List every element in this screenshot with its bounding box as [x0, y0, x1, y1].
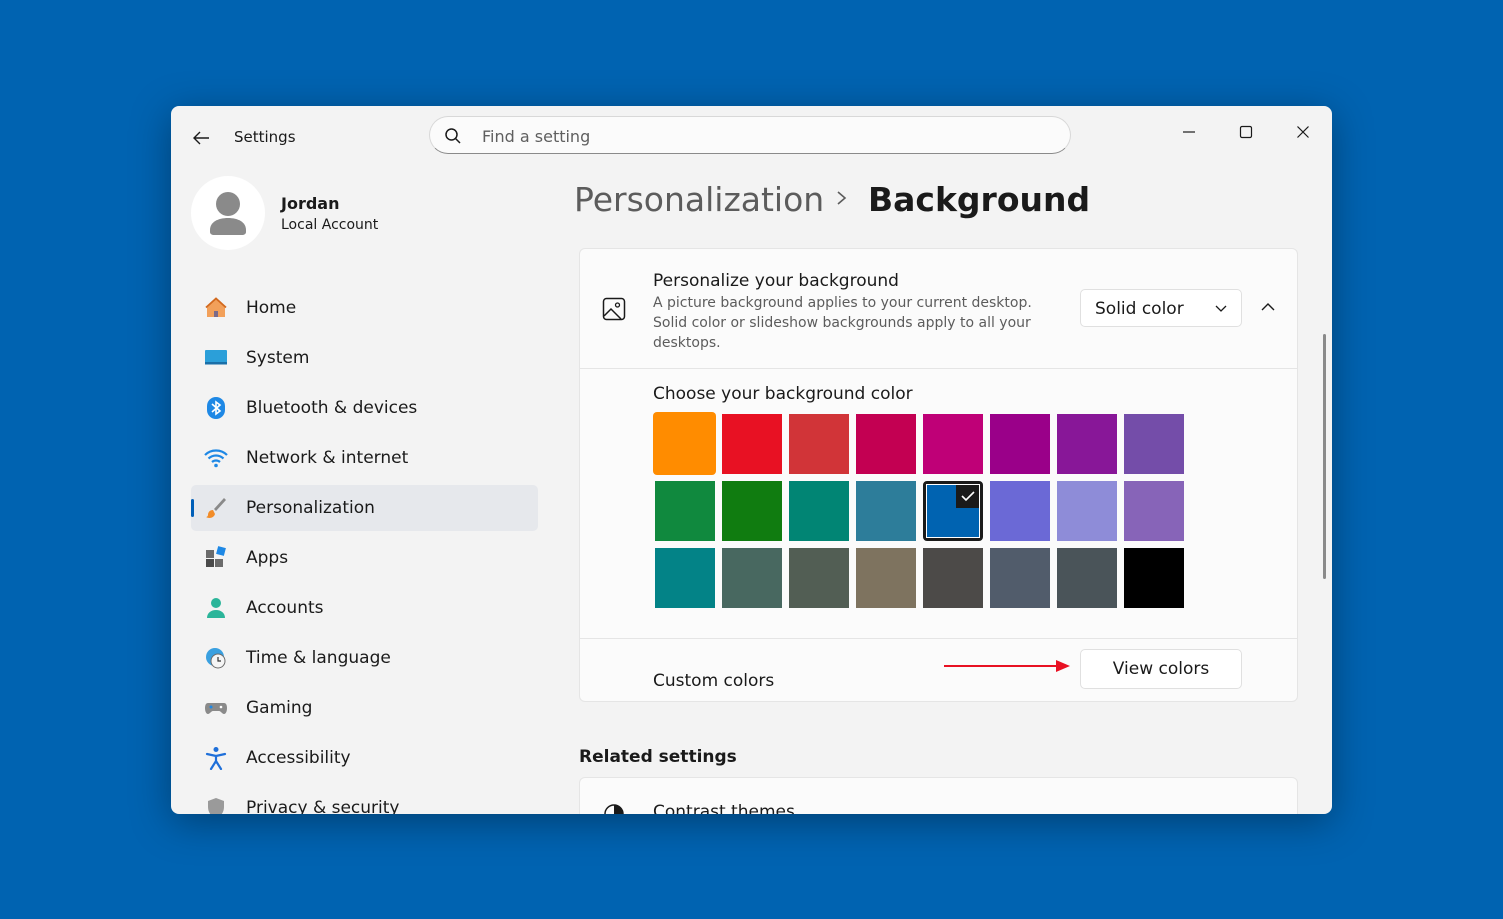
gamepad-icon: [204, 696, 228, 720]
color-swatch[interactable]: [655, 548, 715, 608]
sidebar-item-bluetooth[interactable]: Bluetooth & devices: [191, 385, 538, 431]
minimize-icon: [1183, 131, 1195, 133]
wifi-icon: [204, 446, 228, 470]
checkmark-icon: [956, 484, 980, 508]
related-settings-title: Related settings: [579, 747, 737, 767]
divider: [580, 368, 1297, 369]
color-swatch[interactable]: [923, 548, 983, 608]
background-type-dropdown[interactable]: Solid color: [1080, 289, 1242, 327]
collapse-button[interactable]: [1254, 293, 1282, 321]
back-arrow-icon: [193, 131, 209, 145]
sidebar-item-network[interactable]: Network & internet: [191, 435, 538, 481]
sidebar-nav: Home System Bluetooth & devices Network …: [191, 285, 538, 814]
maximize-button[interactable]: [1226, 114, 1266, 150]
maximize-icon: [1239, 125, 1253, 139]
sidebar-item-label: Gaming: [246, 698, 313, 718]
home-icon: [204, 296, 228, 320]
color-swatch[interactable]: [1057, 414, 1117, 474]
search-input[interactable]: [480, 124, 1044, 148]
color-swatch[interactable]: [653, 412, 716, 475]
color-swatch[interactable]: [789, 481, 849, 541]
search-box[interactable]: [429, 116, 1071, 154]
scrollbar[interactable]: [1323, 334, 1326, 579]
sidebar-item-system[interactable]: System: [191, 335, 538, 381]
sidebar-item-label: Privacy & security: [246, 798, 400, 814]
background-description: A picture background applies to your cur…: [653, 295, 1032, 351]
search-icon: [445, 128, 461, 144]
sidebar-item-accessibility[interactable]: Accessibility: [191, 735, 538, 781]
user-account-type: Local Account: [281, 217, 379, 233]
system-icon: [204, 346, 228, 370]
close-button[interactable]: [1283, 114, 1323, 150]
divider: [580, 638, 1297, 639]
page-title: Background: [868, 180, 1091, 219]
dropdown-selected-value: Solid color: [1095, 299, 1184, 319]
color-swatch[interactable]: [1124, 481, 1184, 541]
breadcrumb-parent[interactable]: Personalization: [574, 180, 824, 219]
color-swatch[interactable]: [722, 414, 782, 474]
contrast-themes-item[interactable]: Contrast themes: [579, 777, 1298, 814]
sidebar-item-label: Time & language: [246, 648, 391, 668]
color-swatch[interactable]: [789, 548, 849, 608]
background-settings-card: Personalize your background A picture ba…: [579, 248, 1298, 702]
avatar[interactable]: [191, 176, 265, 250]
sidebar-item-label: Accounts: [246, 598, 324, 618]
sidebar-item-privacy[interactable]: Privacy & security: [191, 785, 538, 814]
color-swatch[interactable]: [789, 414, 849, 474]
view-colors-button[interactable]: View colors: [1080, 649, 1242, 689]
sidebar-item-accounts[interactable]: Accounts: [191, 585, 538, 631]
color-swatch[interactable]: [856, 548, 916, 608]
sidebar-item-label: Personalization: [246, 498, 375, 518]
color-swatch[interactable]: [1124, 414, 1184, 474]
picture-icon: [602, 297, 626, 321]
color-swatch[interactable]: [923, 481, 983, 541]
accounts-icon: [204, 596, 228, 620]
color-swatch[interactable]: [722, 548, 782, 608]
contrast-icon: [604, 804, 624, 814]
clock-globe-icon: [204, 646, 228, 670]
sidebar-item-personalization[interactable]: Personalization: [191, 485, 538, 531]
annotation-arrow: [944, 660, 1070, 672]
sidebar-item-gaming[interactable]: Gaming: [191, 685, 538, 731]
close-icon: [1297, 126, 1309, 138]
user-name: Jordan: [281, 194, 340, 213]
sidebar-item-label: Network & internet: [246, 448, 409, 468]
colors-section-title: Choose your background color: [653, 384, 913, 404]
user-avatar-icon: [210, 192, 246, 235]
color-swatch[interactable]: [990, 548, 1050, 608]
sidebar-item-label: System: [246, 348, 310, 368]
color-swatch[interactable]: [990, 414, 1050, 474]
back-button[interactable]: [189, 126, 213, 150]
apps-icon: [204, 546, 228, 570]
sidebar-item-label: Apps: [246, 548, 289, 568]
shield-icon: [204, 796, 228, 814]
minimize-button[interactable]: [1169, 114, 1209, 150]
sidebar-item-label: Bluetooth & devices: [246, 398, 418, 418]
bluetooth-icon: [204, 396, 228, 420]
background-title: Personalize your background: [653, 271, 899, 291]
window-title: Settings: [234, 128, 296, 146]
accessibility-icon: [204, 746, 228, 770]
color-swatch[interactable]: [856, 414, 916, 474]
contrast-themes-label: Contrast themes: [653, 802, 795, 814]
color-swatch[interactable]: [1057, 548, 1117, 608]
settings-window: Settings Jordan Local Account Home Sy: [171, 106, 1332, 814]
sidebar-item-home[interactable]: Home: [191, 285, 538, 331]
color-swatch[interactable]: [655, 481, 715, 541]
color-swatch[interactable]: [722, 481, 782, 541]
sidebar-item-label: Home: [246, 298, 297, 318]
color-swatch[interactable]: [923, 414, 983, 474]
sidebar-item-time-language[interactable]: Time & language: [191, 635, 538, 681]
chevron-up-icon: [1261, 303, 1275, 311]
custom-colors-label: Custom colors: [653, 671, 775, 691]
sidebar-item-label: Accessibility: [246, 748, 351, 768]
color-swatch[interactable]: [856, 481, 916, 541]
color-swatch[interactable]: [990, 481, 1050, 541]
sidebar-item-apps[interactable]: Apps: [191, 535, 538, 581]
chevron-down-icon: [1215, 305, 1227, 312]
brush-icon: [204, 496, 228, 520]
color-swatch[interactable]: [1057, 481, 1117, 541]
color-swatch[interactable]: [1124, 548, 1184, 608]
chevron-right-icon: [837, 191, 847, 205]
